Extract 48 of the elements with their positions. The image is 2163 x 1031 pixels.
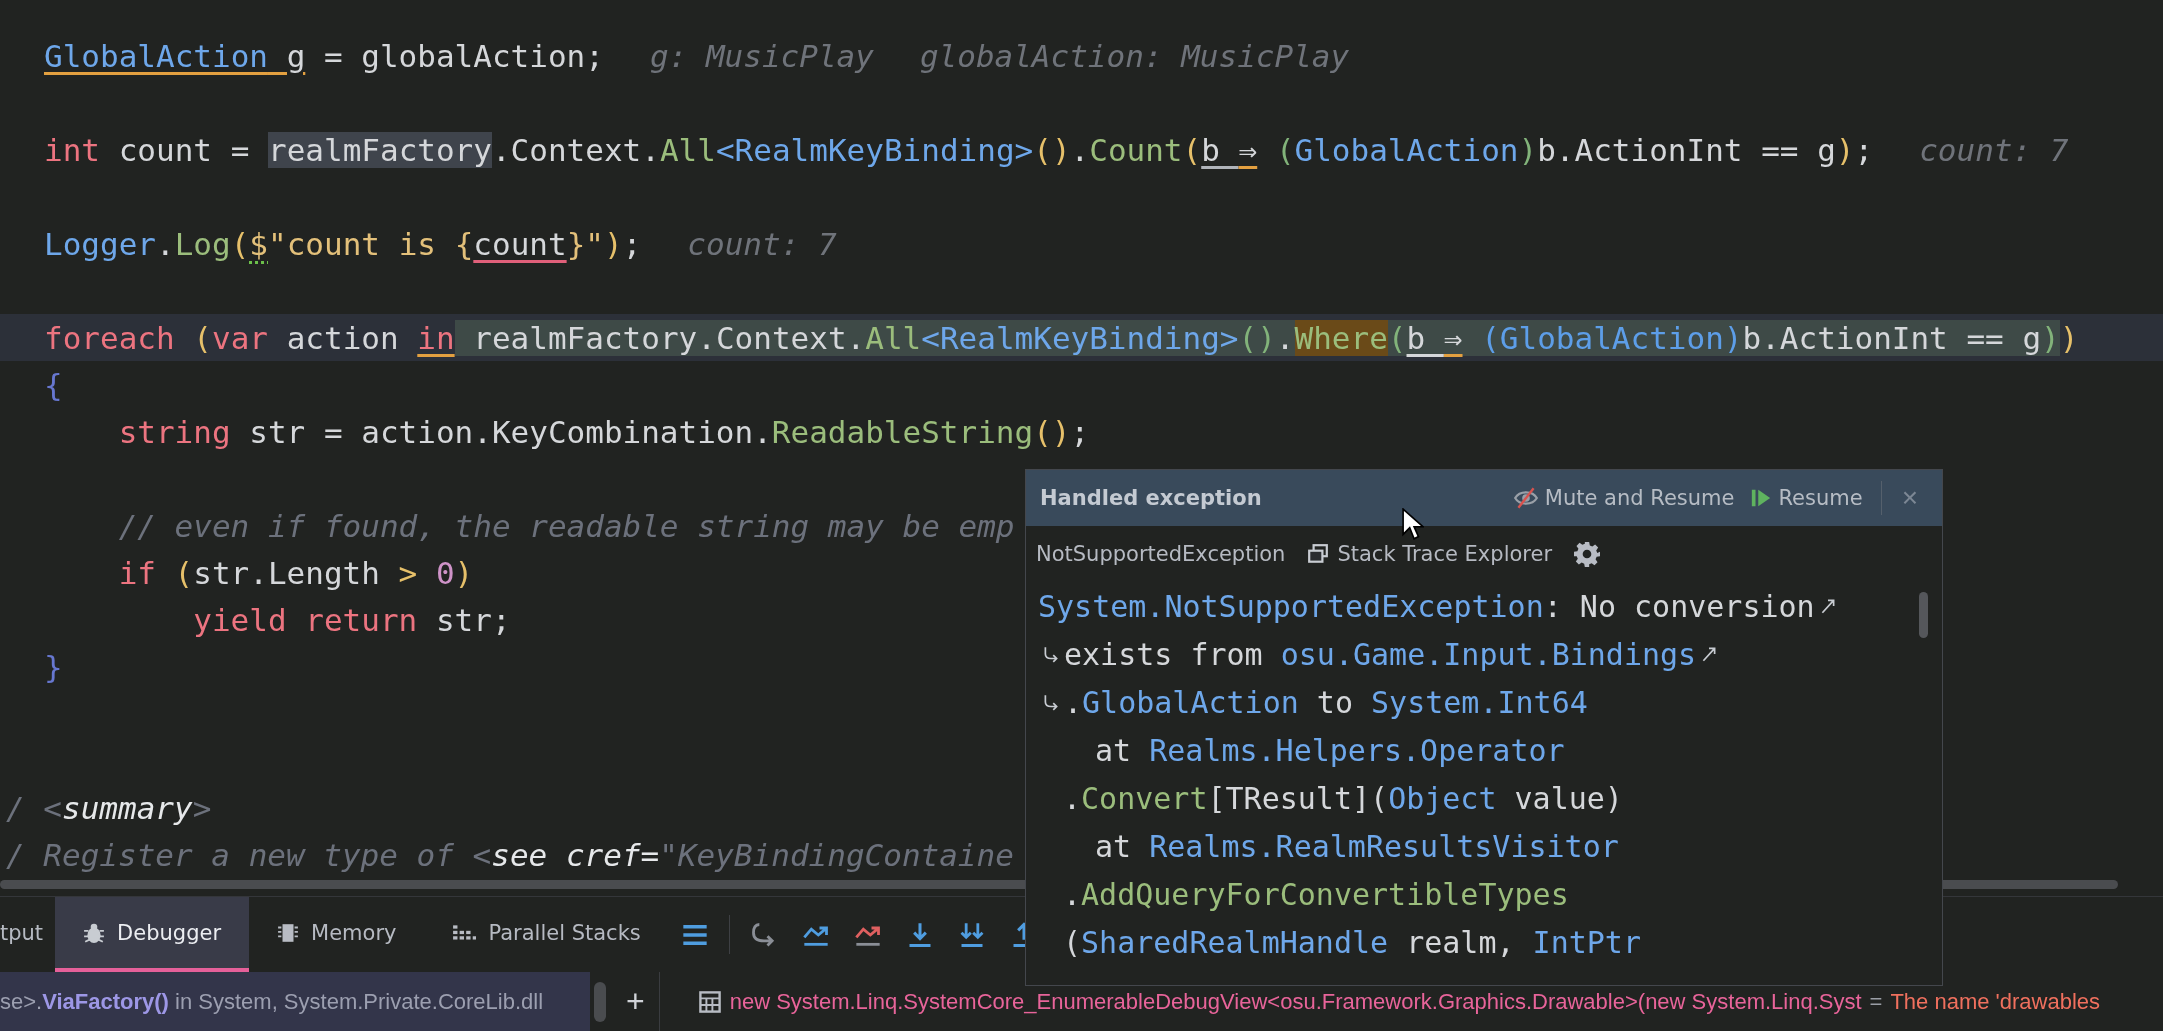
tool-window-tab[interactable]: Memory — [249, 897, 425, 972]
inline-value-hint: count: 7 — [1919, 130, 2069, 170]
stack-frame-text: se>.ViaFactory() in System, System.Private.CoreLib.dll — [0, 988, 544, 1015]
exception-type: NotSupportedException — [1036, 542, 1286, 566]
mute-and-resume-button[interactable]: Mute and Resume — [1504, 485, 1743, 511]
stack-trace-explorer-button[interactable]: Stack Trace Explorer — [1307, 542, 1553, 566]
tool-window-tab[interactable]: Debugger — [55, 897, 250, 972]
code-line: } — [44, 647, 63, 687]
stack-trace-line: .Convert[TResult](Object value) — [1063, 780, 1623, 816]
mouse-cursor-icon — [1402, 508, 1424, 541]
settings-icon[interactable] — [1574, 541, 1601, 567]
watch-error-value: The name 'drawables — [1890, 988, 2101, 1015]
stack-trace-line: exists from osu.Game.Input.Bindings — [1064, 636, 1697, 672]
stack-trace-line: at Realms.RealmResultsVisitor — [1095, 828, 1619, 864]
watch-expression: new System.Linq.SystemCore_EnumerableDebugView<osu.Framework.Graphics.Drawable>(new System.Linq.Syst — [729, 988, 1862, 1015]
code-line: { — [44, 365, 63, 405]
inline-value-hint: globalAction: MusicPlay — [919, 36, 1350, 76]
eye-crossed-icon — [1512, 485, 1539, 511]
resume-button[interactable]: Resume — [1742, 486, 1871, 510]
stack-trace-line: (SharedRealmHandle realm, IntPtr — [1063, 924, 1641, 960]
code-line: int count = realmFactory.Context.All<RealmKeyBinding>().Count(b ⇒ (GlobalAction)b.ActionInt == g); — [44, 130, 1874, 170]
code-line: / <summary> — [6, 788, 212, 828]
code-line: foreach (var action in realmFactory.Context.All<RealmKeyBinding>().Where(b ⇒ (GlobalAction)b.ActionInt == g)) — [44, 318, 2079, 358]
code-line: / Register a new type of <see cref="KeyBindingContaine — [6, 835, 1014, 875]
stack-trace-line: at Realms.Helpers.Operator — [1095, 732, 1565, 768]
equals-sign: = — [1869, 988, 1883, 1015]
stack-frame-row[interactable]: se>.ViaFactory() in System, System.Private.CoreLib.dll — [0, 972, 590, 1031]
code-line: GlobalAction g = globalAction; — [44, 36, 604, 76]
bug-icon — [83, 921, 106, 944]
inline-value-hint: count: 7 — [687, 224, 837, 264]
chip-icon — [277, 921, 300, 944]
code-line: yield return str; — [193, 600, 511, 640]
code-line: Logger.Log($"count is {count}"); — [44, 224, 642, 264]
scrollbar-thumb[interactable] — [594, 981, 606, 1022]
stack-trace-line: System.NotSupportedException: No conversion — [1038, 588, 1815, 624]
code-line: if (str.Length > 0) — [118, 553, 474, 593]
tool-window-tab[interactable]: Parallel Stacks — [424, 897, 669, 972]
tool-window-tab[interactable]: tput — [0, 897, 56, 972]
add-watch-button[interactable]: + — [612, 983, 659, 1020]
code-line: // even if found, the readable string may be emp — [118, 506, 1015, 546]
popup-title: Handled exception — [1040, 486, 1262, 510]
stack-trace-line: .AddQueryForConvertibleTypes — [1063, 876, 1569, 912]
scrollbar-thumb[interactable] — [1919, 592, 1928, 638]
code-line: string str = action.KeyCombination.ReadableString(); — [118, 412, 1090, 452]
inline-value-hint: g: MusicPlay — [649, 36, 874, 76]
windows-icon — [1307, 543, 1330, 565]
calculator-icon — [697, 989, 722, 1014]
stack-trace-line: .GlobalAction to System.Int64 — [1064, 684, 1588, 720]
